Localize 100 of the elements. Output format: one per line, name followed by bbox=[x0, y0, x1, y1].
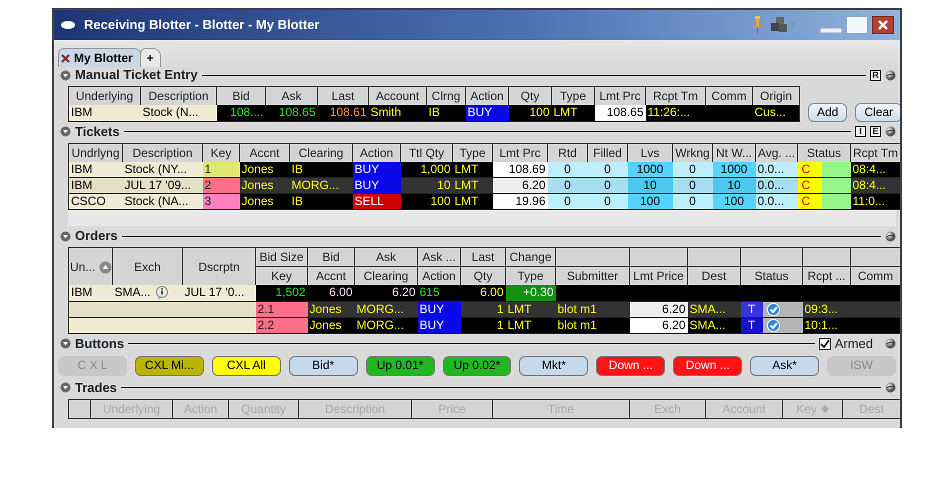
column-header[interactable]: Lmt Prc bbox=[594, 86, 646, 105]
collapse-icon[interactable] bbox=[60, 338, 71, 349]
button[interactable]: Add bbox=[808, 102, 848, 122]
globe-icon[interactable] bbox=[885, 126, 896, 137]
button[interactable]: CXL Mi... bbox=[134, 356, 204, 376]
tab[interactable]: + bbox=[140, 48, 161, 67]
collapse-icon[interactable] bbox=[60, 126, 71, 137]
column-header[interactable]: Action bbox=[466, 86, 508, 105]
column-header[interactable]: Last bbox=[460, 248, 506, 266]
column-header[interactable]: Qty bbox=[508, 86, 552, 105]
globe-icon[interactable] bbox=[885, 338, 896, 349]
column-header[interactable]: Exch bbox=[112, 248, 182, 285]
column-header[interactable]: Accnt bbox=[240, 143, 290, 162]
column-header[interactable]: Dscrptn bbox=[182, 248, 256, 285]
pin-icon[interactable] bbox=[752, 16, 762, 34]
table-cell: 108.... bbox=[216, 105, 266, 121]
column-header[interactable]: Lmt Price bbox=[630, 266, 688, 285]
table-cell: SMA... bbox=[114, 285, 151, 300]
table-cell[interactable]: 19.96 bbox=[492, 194, 548, 210]
button[interactable]: Ask* bbox=[750, 356, 820, 376]
sort-icon[interactable] bbox=[99, 260, 112, 274]
table-cell: BUY bbox=[418, 301, 460, 317]
column-header[interactable]: Origin bbox=[752, 86, 800, 105]
button[interactable]: Down ... bbox=[673, 356, 742, 376]
column-header[interactable]: Nt W... bbox=[712, 143, 756, 162]
column-header[interactable]: Lmt Prc bbox=[492, 143, 548, 162]
table-cell[interactable]: 6.20 bbox=[630, 301, 688, 317]
column-header[interactable]: Accnt bbox=[308, 266, 354, 285]
column-header[interactable]: Ask bbox=[266, 86, 318, 105]
column-header[interactable]: Type bbox=[452, 143, 492, 162]
column-header[interactable]: Bid bbox=[308, 248, 354, 266]
table-cell: 1 bbox=[460, 301, 506, 317]
column-header[interactable]: Dest bbox=[688, 266, 740, 285]
column-header[interactable]: Last bbox=[318, 86, 368, 105]
table-cell[interactable]: 108.65 bbox=[594, 105, 646, 121]
column-header[interactable]: Action bbox=[418, 266, 460, 285]
column-header[interactable]: Filled bbox=[588, 143, 628, 162]
column-header[interactable]: Ttl Qty bbox=[400, 143, 452, 162]
column-header[interactable]: Clearing bbox=[354, 266, 418, 285]
globe-icon[interactable] bbox=[885, 382, 896, 393]
button[interactable]: Up 0.01* bbox=[366, 356, 435, 376]
button[interactable]: CXL All bbox=[212, 356, 281, 376]
column-header[interactable]: Rcpt Tm bbox=[850, 143, 900, 162]
column-header[interactable]: Type bbox=[552, 86, 594, 105]
column-header[interactable]: Submitter bbox=[556, 266, 630, 285]
collapse-icon[interactable] bbox=[60, 70, 71, 80]
table-cell: SELL bbox=[352, 194, 400, 210]
globe-icon[interactable] bbox=[885, 230, 896, 242]
column-header[interactable]: Ask ... bbox=[418, 248, 460, 266]
column-header[interactable]: Type bbox=[506, 266, 556, 285]
button[interactable]: Mkt* bbox=[519, 356, 588, 376]
column-header[interactable]: Comm bbox=[850, 266, 900, 285]
collapse-icon[interactable] bbox=[60, 382, 71, 393]
collapse-icon[interactable] bbox=[60, 230, 71, 242]
tool-button[interactable]: R bbox=[870, 70, 881, 80]
column-header[interactable]: Change bbox=[506, 248, 556, 266]
column-header[interactable]: Qty bbox=[460, 266, 506, 285]
table-cell: 1000 bbox=[712, 162, 756, 178]
column-header[interactable]: Rtd bbox=[548, 143, 588, 162]
table-cell[interactable]: 6.20 bbox=[492, 178, 548, 194]
column-header[interactable]: Key bbox=[202, 143, 240, 162]
column-header[interactable]: Description bbox=[140, 86, 216, 105]
column-header[interactable]: Rcpt ... bbox=[802, 266, 850, 285]
column-header[interactable]: Key bbox=[256, 266, 308, 285]
tool-button[interactable]: E bbox=[870, 126, 881, 137]
close-icon[interactable] bbox=[61, 54, 70, 62]
checkbox[interactable] bbox=[818, 338, 831, 350]
tool-button[interactable]: I bbox=[855, 126, 866, 137]
column-header[interactable]: Underlying bbox=[68, 86, 140, 105]
close-icon[interactable] bbox=[872, 16, 894, 34]
column-header[interactable]: Avg. ... bbox=[756, 143, 798, 162]
globe-icon[interactable] bbox=[885, 70, 896, 80]
column-header[interactable]: Ask bbox=[354, 248, 418, 266]
column-header[interactable]: Status bbox=[740, 266, 802, 285]
column-header[interactable]: Status bbox=[798, 143, 850, 162]
cubes-icon[interactable] bbox=[770, 17, 796, 33]
column-header[interactable]: Clrng bbox=[426, 86, 466, 105]
info-icon[interactable] bbox=[154, 286, 169, 300]
column-header[interactable]: Comm bbox=[706, 86, 752, 105]
table-cell: 100 bbox=[712, 194, 756, 210]
column-header[interactable]: Bid bbox=[216, 86, 266, 105]
column-header[interactable]: Lvs bbox=[628, 143, 672, 162]
button[interactable]: Clear bbox=[855, 102, 900, 122]
column-header[interactable]: Action bbox=[352, 143, 400, 162]
column-header[interactable]: Description bbox=[122, 143, 202, 162]
button[interactable]: Up 0.02* bbox=[442, 356, 512, 376]
column-header[interactable]: Account bbox=[368, 86, 426, 105]
table-cell: LMT bbox=[452, 194, 492, 210]
table-cell[interactable]: 6.20 bbox=[630, 317, 688, 333]
column-header[interactable]: Bid Size bbox=[256, 248, 308, 266]
button[interactable]: Down ... bbox=[596, 356, 666, 376]
column-header[interactable]: Undrlyng bbox=[68, 143, 122, 162]
tab[interactable]: My Blotter bbox=[58, 48, 142, 67]
button[interactable]: Bid* bbox=[288, 356, 358, 376]
checkbox-label: Armed bbox=[834, 334, 873, 353]
column-header[interactable]: Rcpt Tm bbox=[646, 86, 706, 105]
column-header[interactable]: Clearing bbox=[290, 143, 352, 162]
table-cell[interactable]: 108.69 bbox=[492, 162, 548, 178]
table-cell: 1 bbox=[460, 317, 506, 333]
column-header[interactable]: Wrkng bbox=[672, 143, 712, 162]
